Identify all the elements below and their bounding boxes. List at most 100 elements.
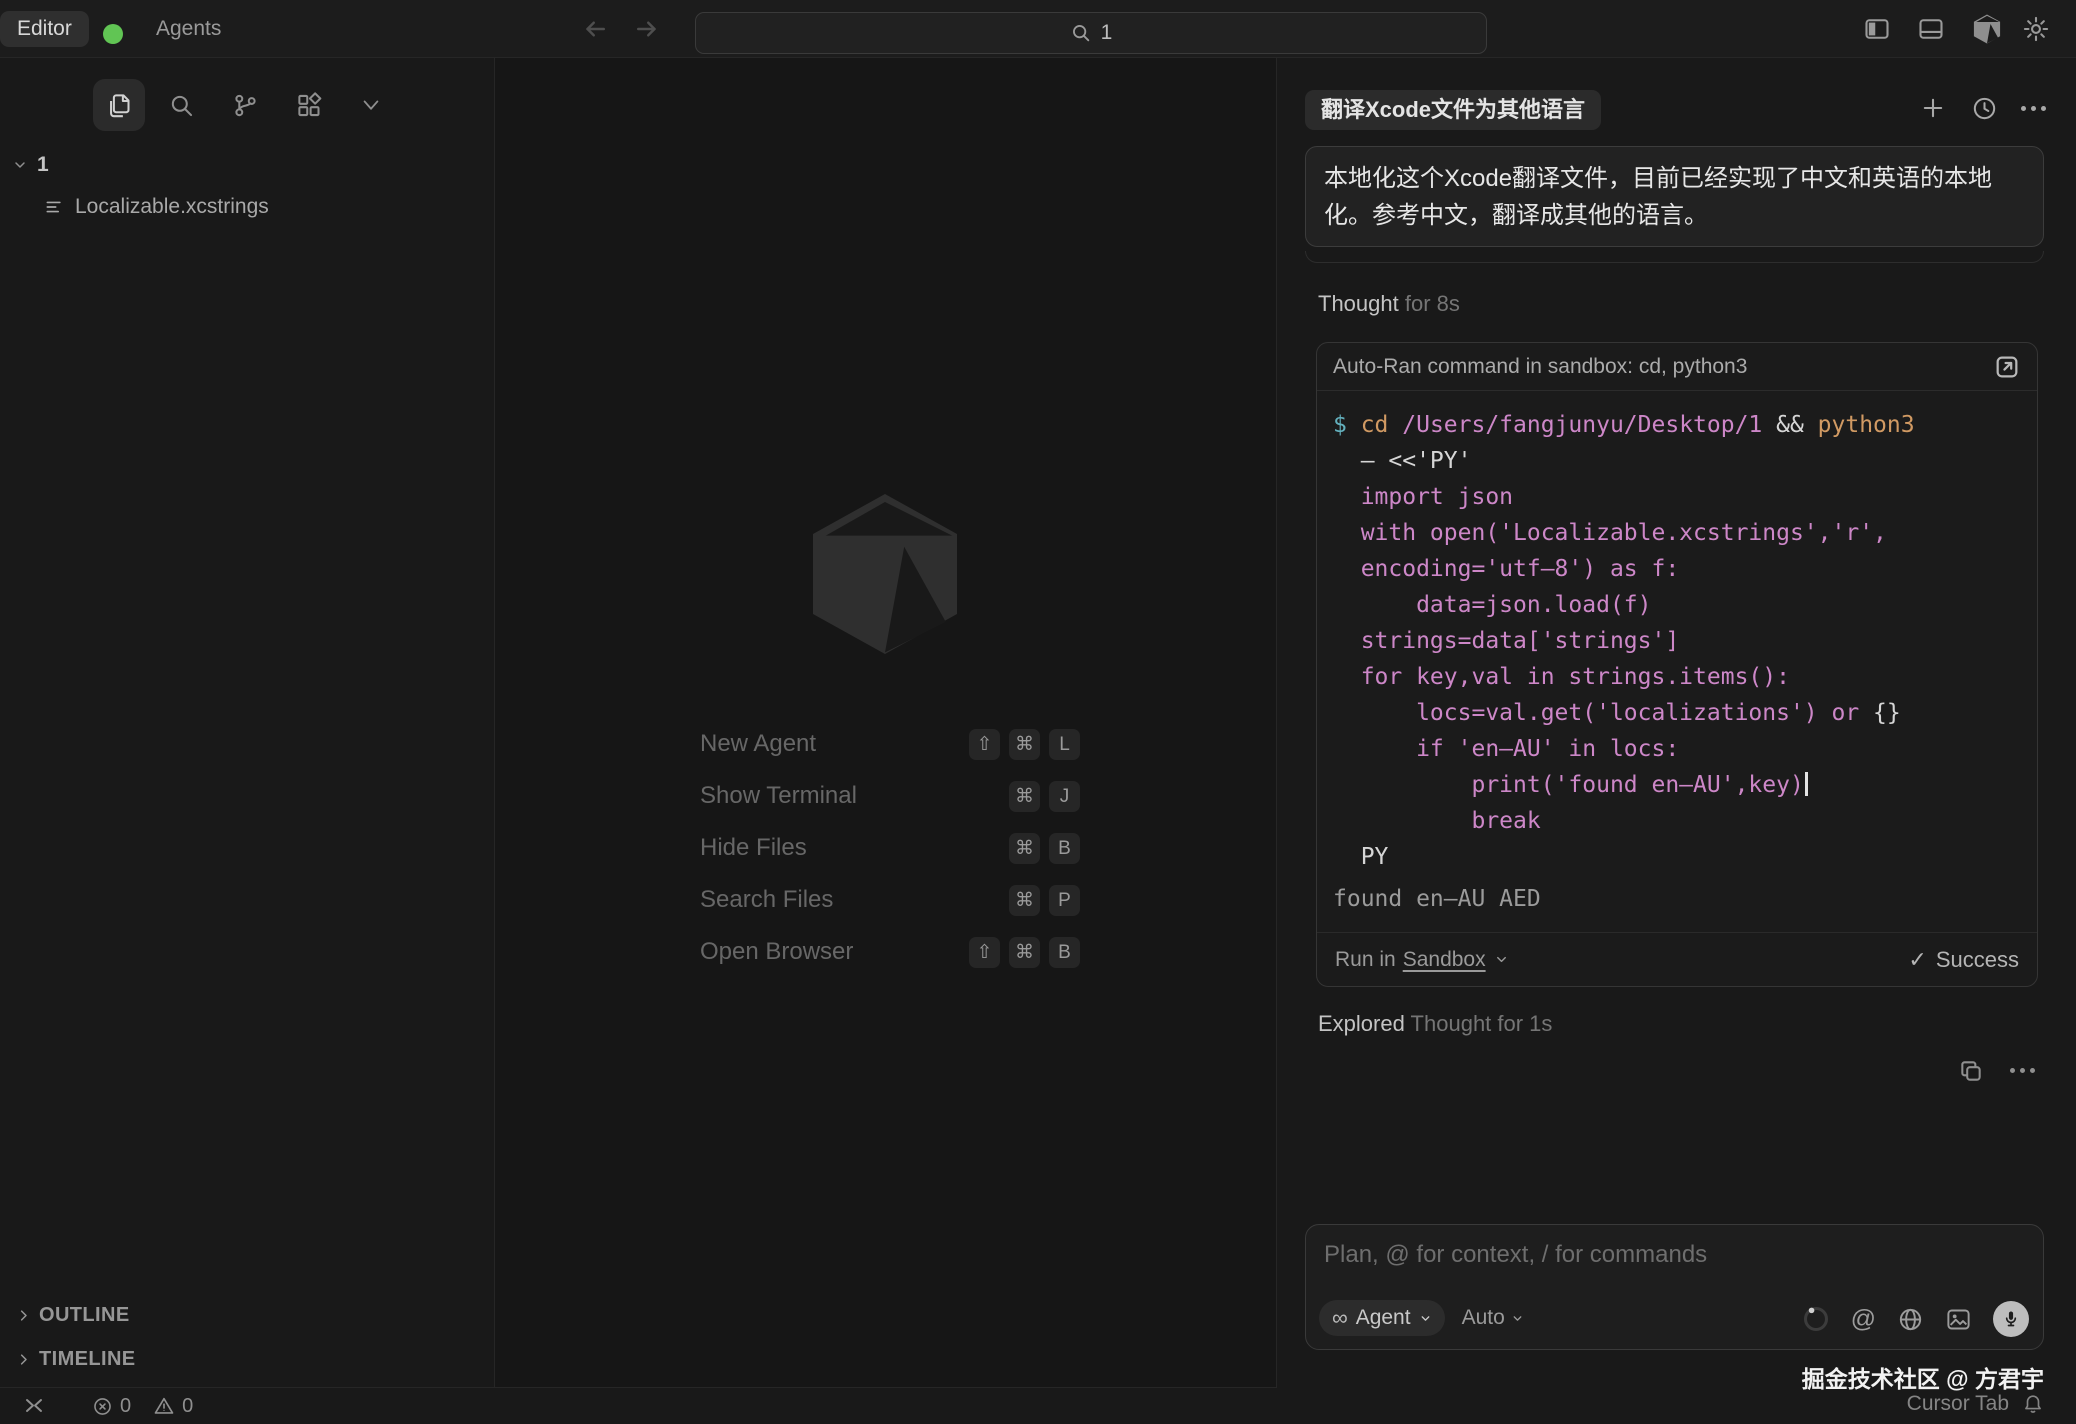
chevron-right-icon	[16, 1352, 31, 1367]
keycap: ⌘	[1009, 833, 1040, 864]
chat-title-tab[interactable]: 翻译Xcode文件为其他语言	[1305, 90, 1601, 130]
timeline-section-header[interactable]: TIMELINE	[16, 1342, 136, 1376]
tab-editor[interactable]: Editor	[0, 11, 89, 47]
code-line: if 'en–AU' in locs:	[1333, 731, 2019, 767]
code-line: import json	[1333, 479, 2019, 515]
tree-file-row[interactable]: Localizable.xcstrings	[44, 190, 269, 224]
toggle-left-panel-icon[interactable]	[1862, 15, 1892, 43]
terminal-card-footer: Run in Sandbox ✓ Success	[1317, 932, 2037, 986]
user-message-card[interactable]: 本地化这个Xcode翻译文件，目前已经实现了中文和英语的本地化。参考中文，翻译成…	[1305, 146, 2044, 247]
scrolled-previous-item-edge	[1305, 251, 2044, 263]
shortcut-row[interactable]: Hide Files⌘B	[700, 822, 1080, 874]
run-in-label: Run in	[1335, 948, 1396, 972]
infinity-icon: ∞	[1332, 1305, 1348, 1331]
explored-label: Explored	[1318, 1011, 1405, 1036]
warnings-icon	[153, 1395, 175, 1417]
code-line: locs=val.get('localizations') or {}	[1333, 695, 2019, 731]
search-tab-button[interactable]	[168, 92, 195, 119]
shortcut-label: Show Terminal	[700, 782, 857, 810]
zoom-window-button[interactable]	[103, 24, 123, 44]
keycap: B	[1049, 833, 1080, 864]
voice-mic-button[interactable]	[1993, 1301, 2029, 1337]
code-line: – <<'PY'	[1333, 443, 2019, 479]
explored-summary[interactable]: Explored Thought for 1s	[1318, 1011, 1552, 1037]
editor-empty-state: New Agent⇧⌘LShow Terminal⌘JHide Files⌘BS…	[495, 58, 1276, 1387]
back-arrow-icon[interactable]	[580, 14, 610, 44]
terminal-card-header: Auto-Ran command in sandbox: cd, python3	[1317, 343, 2037, 391]
timeline-label: TIMELINE	[39, 1348, 136, 1371]
outline-label: OUTLINE	[39, 1304, 130, 1327]
history-clock-icon[interactable]	[1971, 95, 1998, 122]
settings-gear-icon[interactable]	[2022, 15, 2050, 43]
errors-count: 0	[120, 1395, 131, 1418]
copy-icon[interactable]	[1958, 1058, 1984, 1084]
mention-at-icon[interactable]: @	[1851, 1305, 1876, 1334]
check-icon: ✓	[1908, 947, 1926, 973]
sidebar: 1 Localizable.xcstrings OUTLINE TIMELINE	[0, 58, 495, 1387]
chevron-down-icon	[1419, 1312, 1432, 1325]
shortcut-keys: ⌘J	[1009, 781, 1080, 812]
problems-indicator[interactable]: 0 0	[92, 1395, 193, 1418]
toggle-bottom-panel-icon[interactable]	[1916, 15, 1946, 43]
code-line: $ cd /Users/fangjunyu/Desktop/1 && pytho…	[1333, 407, 2019, 443]
code-line: PY	[1333, 839, 2019, 875]
forward-arrow-icon[interactable]	[632, 14, 662, 44]
terminal-header-text: Auto-Ran command in sandbox: cd, python3	[1333, 355, 1747, 379]
notification-bell-icon[interactable]	[2022, 1393, 2044, 1415]
keycap: ⌘	[1009, 781, 1040, 812]
thought-duration: for 8s	[1399, 291, 1460, 316]
shortcut-keys: ⌘B	[1009, 833, 1080, 864]
chat-input-card[interactable]: Plan, @ for context, / for commands ∞ Ag…	[1305, 1224, 2044, 1350]
tree-folder-row[interactable]: 1	[12, 148, 49, 182]
explorer-tab-button[interactable]	[93, 79, 145, 131]
terminal-code-block: $ cd /Users/fangjunyu/Desktop/1 && pytho…	[1317, 391, 2037, 875]
strings-file-icon	[44, 197, 64, 217]
shortcut-keys: ⇧⌘B	[969, 937, 1080, 968]
code-line: data=json.load(f)	[1333, 587, 2019, 623]
text-caret	[1805, 772, 1808, 796]
extensions-tab-button[interactable]	[296, 92, 323, 119]
new-chat-plus-icon[interactable]	[1919, 94, 1947, 122]
keycap: ⌘	[1009, 885, 1040, 916]
watermark-text: 掘金技术社区 @ 方君宇	[1802, 1360, 2044, 1394]
search-icon	[1070, 22, 1092, 44]
code-line: encoding='utf–8') as f:	[1333, 551, 2019, 587]
shortcut-label: Open Browser	[700, 938, 853, 966]
code-line: print('found en–AU',key)	[1333, 767, 2019, 803]
open-external-icon[interactable]	[1993, 353, 2021, 381]
shortcut-list: New Agent⇧⌘LShow Terminal⌘JHide Files⌘BS…	[700, 718, 1080, 978]
model-dropdown[interactable]: Auto	[1462, 1306, 1524, 1330]
search-input[interactable]: 1	[695, 12, 1487, 54]
chevron-down-icon	[1511, 1312, 1524, 1325]
folder-name: 1	[37, 153, 49, 177]
thought-label: Thought	[1318, 291, 1399, 316]
remote-window-icon[interactable]	[22, 1394, 46, 1418]
agent-mode-dropdown[interactable]: ∞ Agent	[1319, 1300, 1445, 1336]
keycap: P	[1049, 885, 1080, 916]
chat-input-placeholder: Plan, @ for context, / for commands	[1324, 1241, 1707, 1269]
explored-duration: Thought for 1s	[1405, 1011, 1553, 1036]
run-target-dropdown[interactable]: Sandbox	[1403, 948, 1486, 972]
code-line: break	[1333, 803, 2019, 839]
shortcut-row[interactable]: New Agent⇧⌘L	[700, 718, 1080, 770]
web-globe-icon[interactable]	[1897, 1306, 1924, 1333]
more-options-icon[interactable]	[2021, 106, 2046, 111]
more-views-chevron-icon[interactable]	[360, 99, 382, 113]
shortcut-row[interactable]: Show Terminal ⌘J	[700, 770, 1080, 822]
cursor-tab-status[interactable]: Cursor Tab	[1907, 1392, 2044, 1416]
chevron-right-icon	[16, 1308, 31, 1323]
keycap: ⌘	[1009, 729, 1040, 760]
thought-summary[interactable]: Thought for 8s	[1318, 291, 1460, 317]
message-more-options-icon[interactable]	[2010, 1068, 2035, 1073]
outline-section-header[interactable]: OUTLINE	[16, 1298, 130, 1332]
shortcut-row[interactable]: Open Browser ⇧⌘B	[700, 926, 1080, 978]
source-control-tab-button[interactable]	[232, 92, 259, 119]
cursor-logo-icon[interactable]	[1972, 13, 2002, 45]
chevron-down-icon[interactable]	[1494, 952, 1509, 967]
attach-image-icon[interactable]	[1945, 1306, 1972, 1333]
status-badge: ✓ Success	[1908, 947, 2019, 973]
keycap: B	[1049, 937, 1080, 968]
shortcut-row[interactable]: Search Files⌘P	[700, 874, 1080, 926]
tab-agents[interactable]: Agents	[156, 0, 221, 57]
status-bar: 0 0	[0, 1387, 1277, 1424]
